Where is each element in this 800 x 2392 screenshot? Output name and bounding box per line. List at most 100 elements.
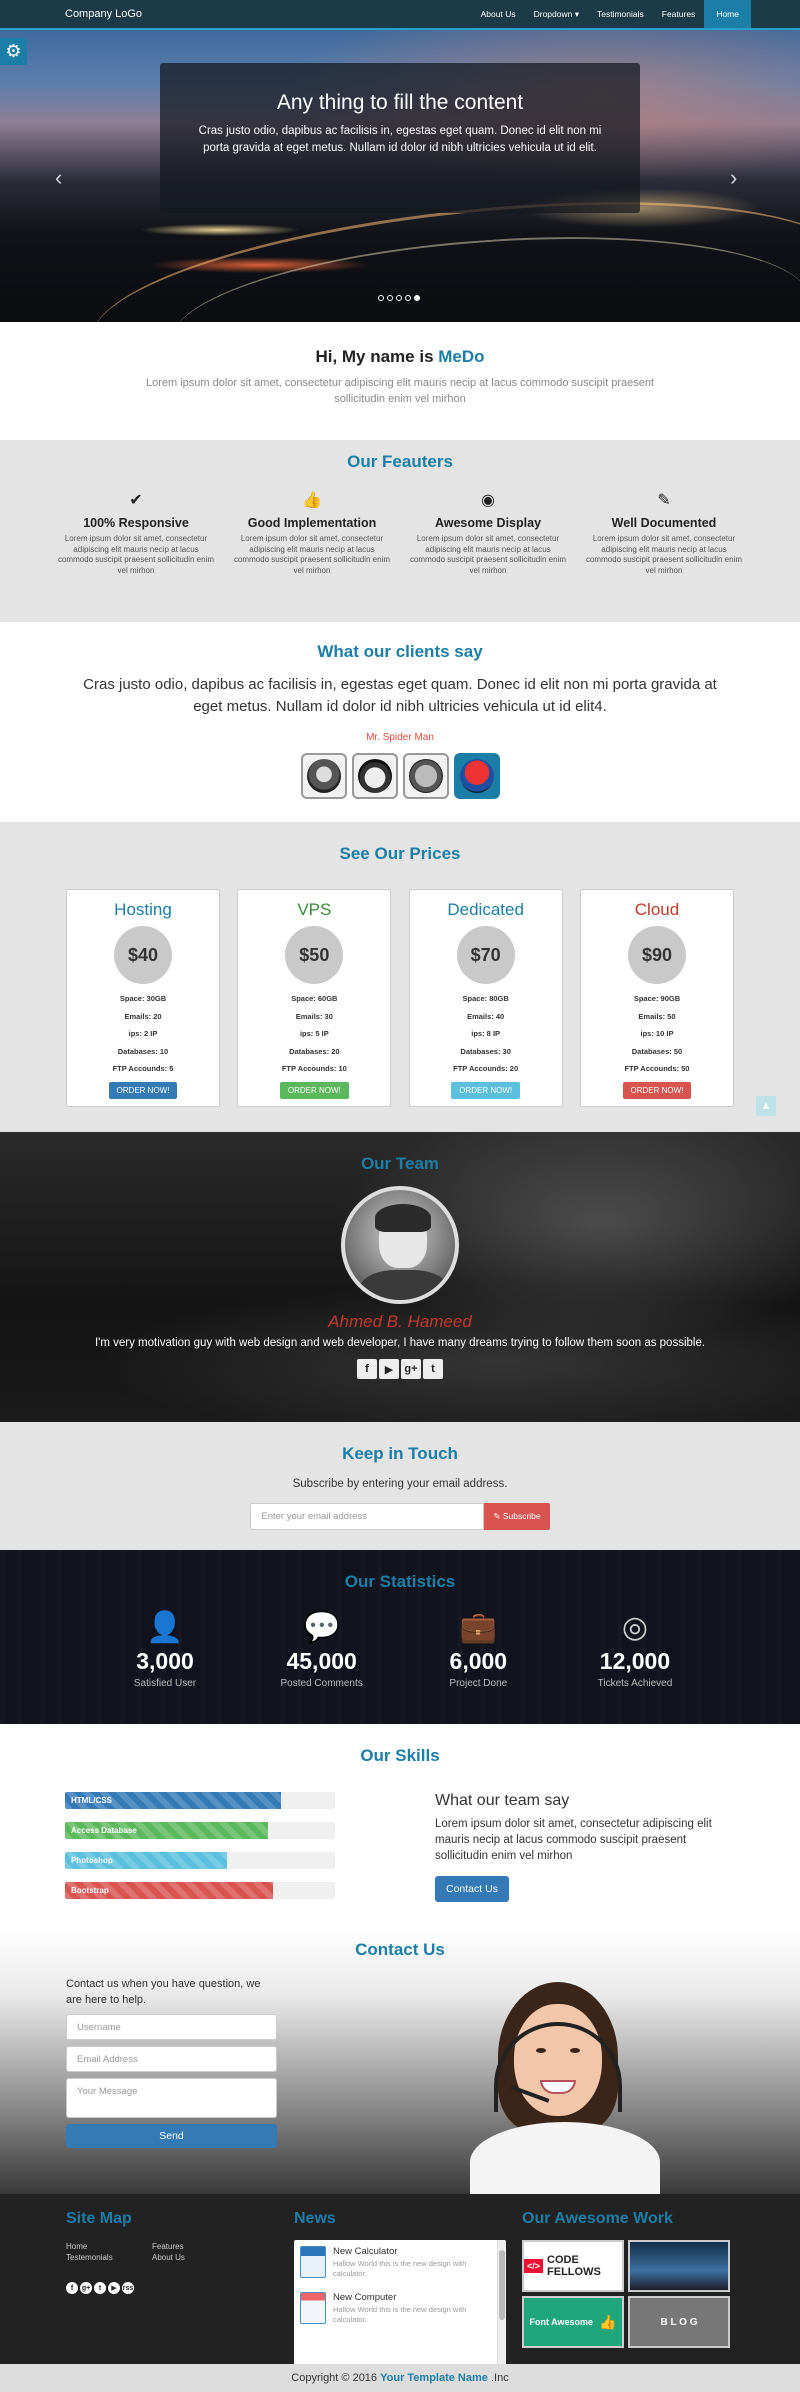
chevron-right-icon[interactable]: › — [730, 165, 737, 191]
hero-caption: Any thing to fill the content Cras justo… — [160, 63, 640, 213]
thumbs-up-icon: 👍 — [302, 492, 322, 509]
footer-link-features[interactable]: Features — [152, 2242, 184, 2251]
contact-title: Contact Us — [355, 1940, 445, 1959]
feature-title: Well Documented — [611, 516, 717, 530]
stat-number: 6,000 — [449, 1648, 508, 1674]
prices-section: See Our Prices Hosting $40 Space: 30GB E… — [0, 822, 800, 1132]
send-button[interactable]: Send — [66, 2124, 277, 2148]
feature-text: Lorem ipsum dolor sit amet, consectetur … — [585, 534, 743, 575]
carousel-dot[interactable] — [378, 295, 384, 301]
user-icon: 👤 — [146, 1611, 184, 1644]
stat-number: 12,000 — [599, 1648, 671, 1674]
team-say-title: What our team say — [435, 1792, 570, 1809]
work-gallery: </> CODE FELLOWS Font Awesome 👍 B L O G — [522, 2240, 730, 2348]
price-plan-vps: VPS $50 Space: 60GB Emails: 30 ips: 5 IP… — [237, 889, 392, 1107]
youtube-icon[interactable]: ▶ — [108, 2282, 120, 2294]
statistics-row: 👤 3,000 Satisfied User 💬 45,000 Posted C… — [100, 1610, 700, 1689]
briefcase-icon: 💼 — [459, 1611, 497, 1644]
plan-emails: Emails: 50 — [638, 1011, 676, 1021]
facebook-icon[interactable]: f — [66, 2282, 78, 2294]
news-title-text: New Calculator — [333, 2246, 398, 2257]
testimonial-avatars — [0, 753, 800, 799]
subscribe-button[interactable]: ✎ Subscribe — [484, 1503, 550, 1530]
nav-testimonials[interactable]: Testimonials — [588, 0, 653, 28]
comments-icon: 💬 — [302, 1611, 341, 1644]
scroll-to-top-icon[interactable]: ▲ — [756, 1096, 776, 1116]
stat-number: 3,000 — [136, 1648, 194, 1674]
skill-bar: Bootstrap — [65, 1882, 335, 1899]
news-title-text: New Computer — [333, 2292, 397, 2303]
contact-us-button[interactable]: Contact Us — [435, 1876, 509, 1902]
plan-space: Space: 60GB — [291, 994, 338, 1003]
settings-gear-icon[interactable]: ⚙ — [0, 38, 27, 65]
nav-dropdown[interactable]: Dropdown ▾ — [525, 0, 588, 28]
hulk-avatar[interactable] — [351, 753, 398, 799]
iron-man-avatar[interactable] — [300, 753, 347, 799]
spider-man-avatar[interactable] — [453, 753, 500, 799]
email-field[interactable]: Email Address — [66, 2046, 277, 2072]
hero-carousel: Any thing to fill the content Cras justo… — [0, 30, 800, 322]
carousel-dot[interactable] — [405, 295, 411, 301]
google-plus-icon[interactable]: g+ — [401, 1359, 421, 1379]
plan-emails: Emails: 40 — [467, 1011, 505, 1021]
footer-link-about[interactable]: About Us — [152, 2253, 185, 2262]
work-item-code-fellows[interactable]: </> CODE FELLOWS — [522, 2240, 624, 2292]
computer-icon — [300, 2292, 326, 2324]
pencil-icon: ✎ — [657, 492, 671, 509]
work-item-landscape[interactable] — [628, 2240, 730, 2292]
carousel-dot[interactable] — [396, 295, 402, 301]
feature-card: ✔ 100% Responsive Lorem ipsum dolor sit … — [56, 490, 216, 576]
plan-emails: Emails: 20 — [124, 1011, 162, 1021]
facebook-icon[interactable]: f — [357, 1359, 377, 1379]
work-item-blog[interactable]: B L O G — [628, 2296, 730, 2348]
order-now-button[interactable]: ORDER NOW! — [451, 1081, 521, 1099]
work-item-font-awesome[interactable]: Font Awesome 👍 — [522, 2296, 624, 2348]
twitter-icon[interactable]: t — [423, 1359, 443, 1379]
support-agent-image — [470, 1982, 670, 2194]
message-field[interactable]: Your Message — [66, 2078, 277, 2118]
plan-ips: ips: 5 IP — [299, 1029, 329, 1038]
plan-ftp: FTP Accounds: 5 — [112, 1064, 174, 1073]
rss-icon[interactable]: rss — [122, 2282, 134, 2294]
carousel-dot-active[interactable] — [414, 295, 420, 301]
nav-home[interactable]: Home — [704, 0, 751, 28]
footer-link-testimonials[interactable]: Testemonials — [66, 2253, 113, 2262]
skill-bar-fill: Bootstrap — [65, 1882, 273, 1899]
google-plus-icon[interactable]: g+ — [80, 2282, 92, 2294]
eye-icon: ◉ — [481, 492, 495, 509]
nav-about-us[interactable]: About Us — [472, 0, 525, 28]
email-subscribe-input[interactable]: Enter your email address — [250, 1503, 485, 1530]
carousel-dot[interactable] — [387, 295, 393, 301]
news-list: New Calculator Hallow World this is the … — [294, 2240, 506, 2366]
plan-ips: ips: 8 IP — [471, 1029, 501, 1038]
order-now-button[interactable]: ORDER NOW! — [622, 1081, 692, 1099]
brand-logo[interactable]: Company LoGo — [65, 8, 142, 20]
order-now-button[interactable]: ORDER NOW! — [108, 1081, 178, 1099]
news-scrollbar[interactable] — [497, 2240, 506, 2366]
copyright-suffix: .Inc — [487, 2372, 509, 2384]
youtube-icon[interactable]: ▶ — [379, 1359, 399, 1379]
order-now-button[interactable]: ORDER NOW! — [279, 1081, 349, 1099]
features-section: Our Feauters ✔ 100% Responsive Lorem ips… — [0, 440, 800, 622]
twitter-icon[interactable]: t — [94, 2282, 106, 2294]
team-say-panel: What our team say Lorem ipsum dolor sit … — [435, 1792, 735, 1912]
template-name-link[interactable]: Your Template Name — [380, 2372, 488, 2384]
footer-link-home[interactable]: Home — [66, 2242, 87, 2251]
news-item[interactable]: New Calculator Hallow World this is the … — [294, 2240, 506, 2286]
hero-text: Cras justo odio, dapibus ac facilisis in… — [198, 125, 602, 154]
stat-label: Posted Comments — [280, 1678, 363, 1689]
prices-title: See Our Prices — [339, 844, 461, 863]
intro-prefix: Hi, My name is — [315, 347, 439, 366]
nav-features[interactable]: Features — [653, 0, 705, 28]
chevron-left-icon[interactable]: ‹ — [55, 165, 62, 191]
work-label: Font Awesome — [529, 2317, 594, 2327]
contact-section: Contact Us Contact us when you have ques… — [0, 1930, 800, 2194]
testimonials-section: What our clients say Cras justo odio, da… — [0, 622, 800, 822]
feature-card: ◉ Awesome Display Lorem ipsum dolor sit … — [408, 490, 568, 576]
thing-avatar[interactable] — [402, 753, 449, 799]
username-field[interactable]: Username — [66, 2014, 277, 2040]
news-item[interactable]: New Computer Hallow World this is the ne… — [294, 2286, 506, 2332]
team-section: Our Team Ahmed B. Hameed I'm very motiva… — [0, 1132, 800, 1422]
skill-bar: HTML/CSS — [65, 1792, 335, 1809]
skill-bar: Photoshop — [65, 1852, 335, 1869]
